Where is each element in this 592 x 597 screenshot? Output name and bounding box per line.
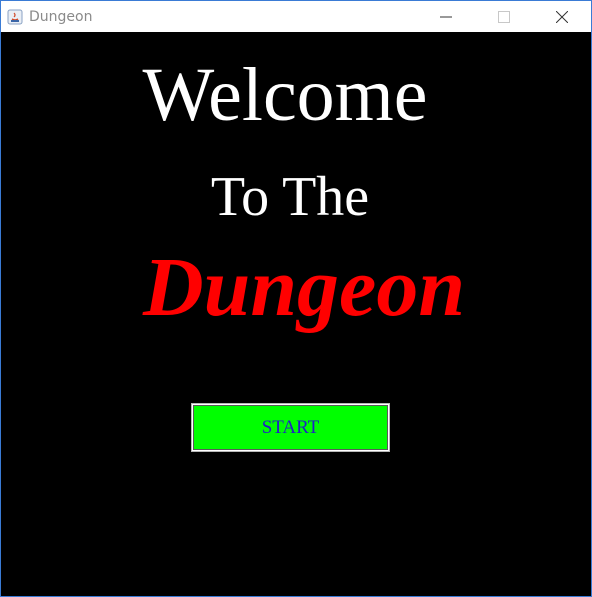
minimize-button[interactable]	[417, 1, 475, 32]
window-controls	[417, 1, 591, 32]
close-button[interactable]	[533, 1, 591, 32]
window-title: Dungeon	[29, 8, 93, 25]
start-button[interactable]: START	[191, 403, 390, 452]
welcome-heading: Welcome	[142, 53, 428, 137]
dungeon-heading: Dungeon	[142, 241, 466, 334]
minimize-icon	[440, 16, 452, 17]
title-bar[interactable]: Dungeon	[1, 1, 591, 32]
java-app-icon	[7, 9, 23, 25]
game-panel: Welcome To The Dungeon START	[1, 32, 591, 596]
to-the-heading: To The	[210, 166, 370, 228]
close-icon	[556, 10, 568, 23]
maximize-button[interactable]	[475, 1, 533, 32]
app-window: Dungeon Welcome To The Dungeon START	[0, 0, 592, 597]
maximize-icon	[498, 10, 510, 23]
